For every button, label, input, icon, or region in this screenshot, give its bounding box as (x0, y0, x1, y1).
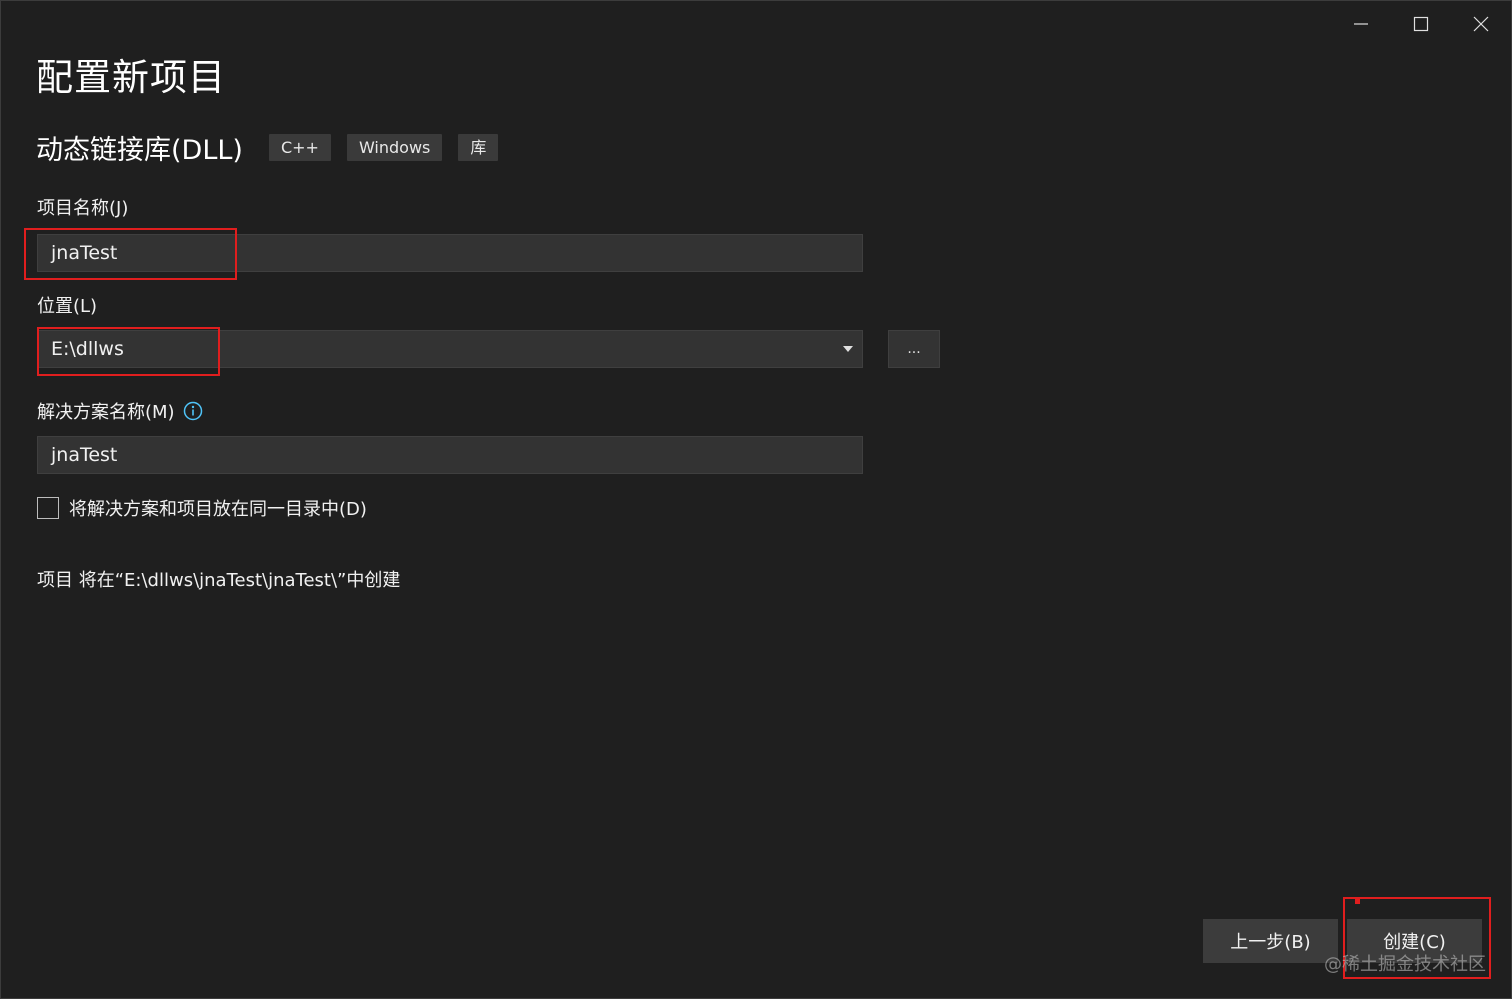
solution-name-label-row: 解决方案名称(M) (37, 398, 203, 424)
chevron-down-icon[interactable] (836, 331, 860, 367)
tag-platform: Windows (346, 133, 443, 161)
same-directory-option[interactable]: 将解决方案和项目放在同一目录中(D) (37, 495, 367, 521)
close-icon (1473, 16, 1489, 32)
project-name-input[interactable]: jnaTest (37, 234, 863, 272)
solution-name-input[interactable]: jnaTest (37, 436, 863, 474)
maximize-button[interactable] (1391, 1, 1451, 47)
solution-name-label: 解决方案名称(M) (37, 402, 175, 423)
same-directory-label[interactable]: 将解决方案和项目放在同一目录中(D) (69, 495, 367, 521)
window-controls (1331, 1, 1511, 47)
page-title: 配置新项目 (36, 56, 226, 99)
tag-project-type: 库 (458, 133, 499, 161)
minimize-icon (1353, 16, 1369, 32)
back-button[interactable]: 上一步(B) (1203, 919, 1338, 963)
configure-project-window: 配置新项目 动态链接库(DLL) C++ Windows 库 项目名称(J) j… (0, 0, 1512, 999)
location-combobox[interactable]: E:\dllws (37, 330, 863, 368)
location-value: E:\dllws (51, 338, 124, 360)
watermark: @稀土掘金技术社区 (1324, 954, 1486, 975)
template-header: 动态链接库(DLL) C++ Windows 库 (36, 129, 514, 166)
project-path-info: 项目 将在“E:\dllws\jnaTest\jnaTest\”中创建 (37, 570, 401, 591)
minimize-button[interactable] (1331, 1, 1391, 47)
template-name: 动态链接库(DLL) (36, 134, 243, 166)
same-directory-checkbox[interactable] (37, 497, 59, 519)
project-name-label: 项目名称(J) (37, 198, 129, 219)
browse-button[interactable]: ... (888, 330, 940, 368)
location-label: 位置(L) (37, 296, 98, 317)
info-icon[interactable] (183, 401, 203, 421)
maximize-icon (1413, 16, 1429, 32)
tag-language: C++ (268, 133, 331, 161)
annotation-dot (1355, 899, 1360, 904)
close-button[interactable] (1451, 1, 1511, 47)
